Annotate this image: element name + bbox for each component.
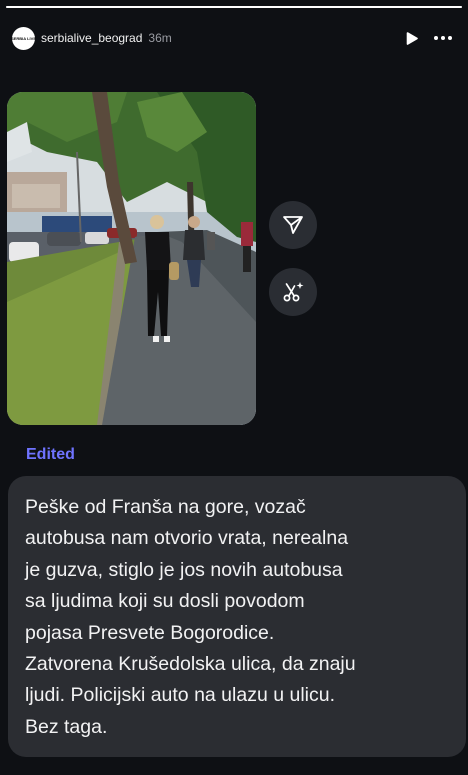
story-progress-bar <box>6 6 462 8</box>
more-icon <box>434 36 452 40</box>
story-progress-fill <box>6 6 462 8</box>
edited-label: Edited <box>26 446 75 463</box>
remix-button[interactable] <box>269 268 317 316</box>
play-icon <box>406 31 418 45</box>
caption-text: Peške od Franša na gore, vozač autobusa … <box>25 496 356 738</box>
more-options-button[interactable] <box>430 28 456 48</box>
avatar-logo-text: SERBIA LIVE <box>11 35 36 41</box>
username[interactable]: serbialive_beograd <box>41 31 142 45</box>
street-photo <box>7 92 256 425</box>
remix-icon <box>283 282 304 302</box>
share-button[interactable] <box>269 201 317 249</box>
story-photo[interactable] <box>7 92 256 425</box>
play-button[interactable] <box>402 28 422 48</box>
avatar[interactable]: SERBIA LIVE <box>11 26 36 50</box>
story-timestamp: 36m <box>148 31 172 45</box>
send-icon <box>283 216 303 234</box>
story-header: SERBIA LIVE serbialive_beograd 36m <box>11 24 456 52</box>
caption-box: Peške od Franša na gore, vozač autobusa … <box>8 476 466 757</box>
